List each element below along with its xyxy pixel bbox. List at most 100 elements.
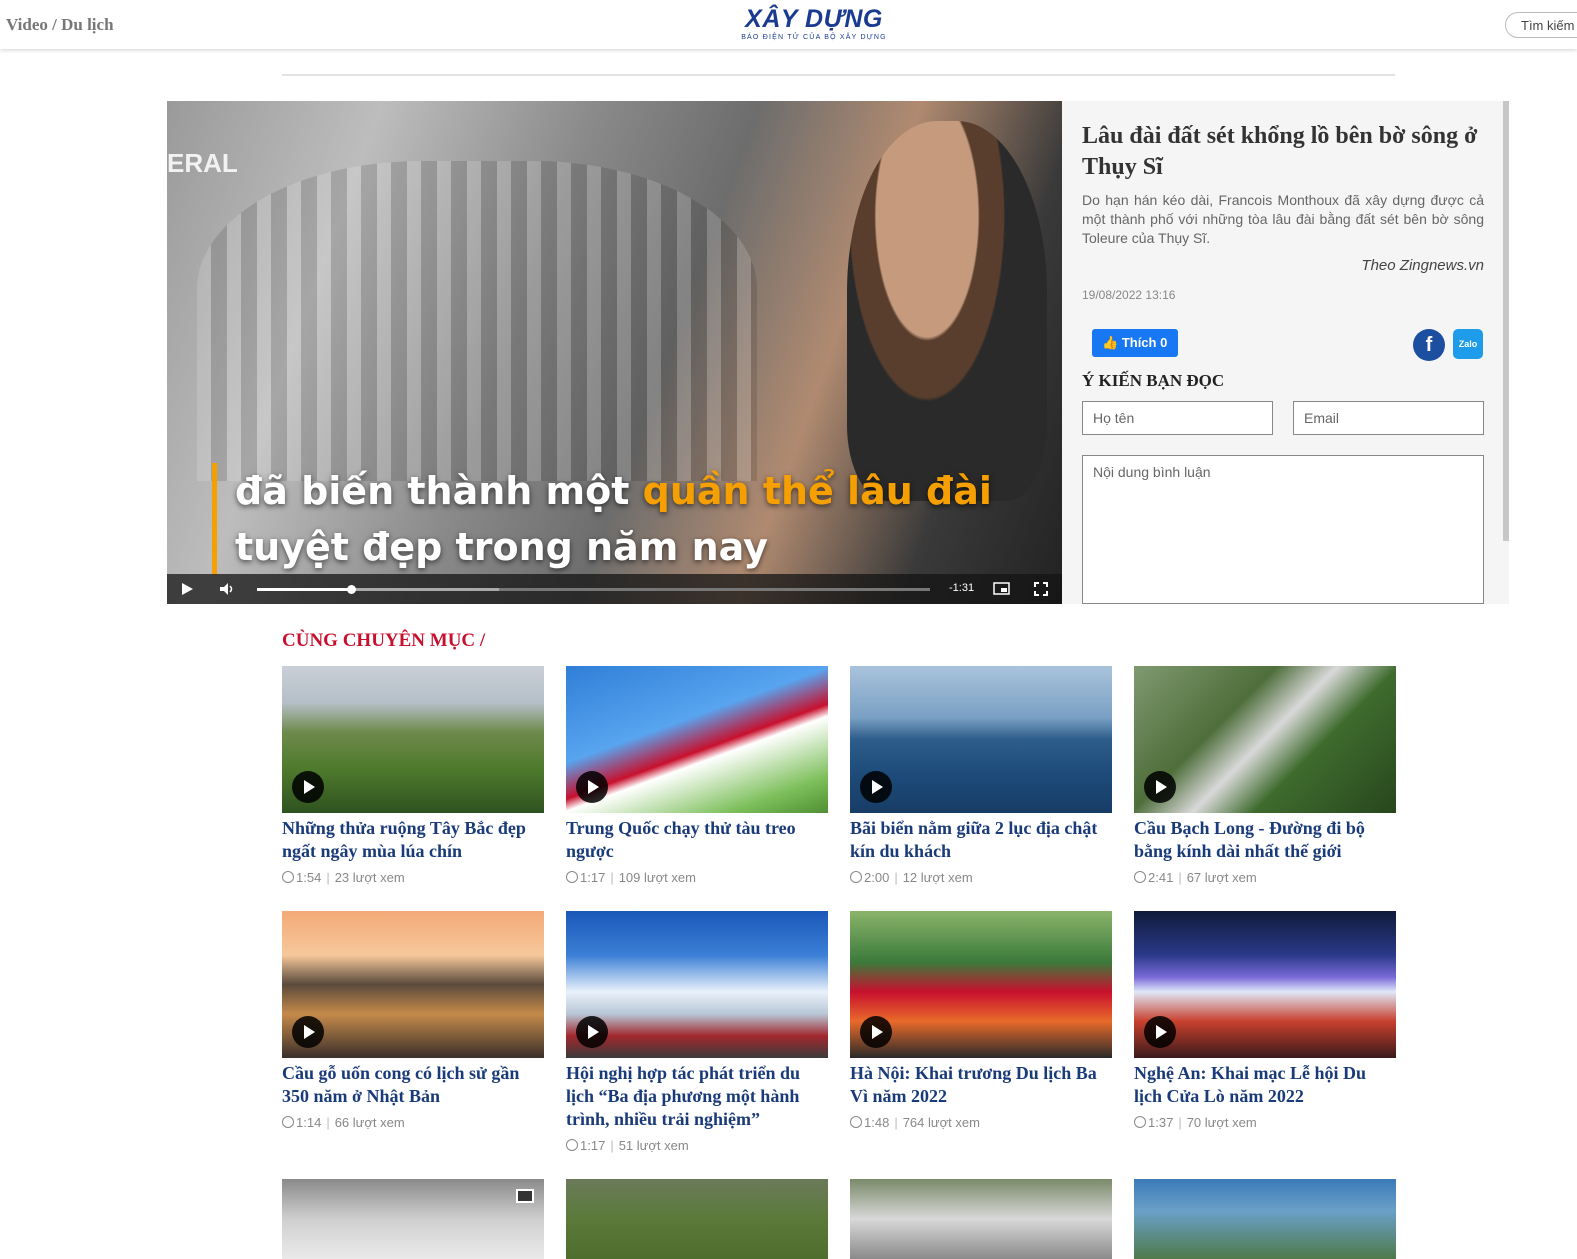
video-card-meta: 1:17 | 51 lượt xem	[566, 1138, 689, 1153]
clock-icon	[1134, 871, 1146, 883]
clock-icon	[566, 871, 578, 883]
video-duration: 1:17	[580, 870, 606, 885]
video-controls: -1:31	[167, 574, 1062, 604]
play-icon[interactable]	[1144, 771, 1176, 803]
video-progress-bar[interactable]	[257, 585, 930, 594]
subtitle-highlight: quần thể lâu đài	[642, 469, 992, 513]
clock-icon	[1134, 1116, 1146, 1128]
video-card-title[interactable]: Những thửa ruộng Tây Bắc đẹp ngất ngây m…	[282, 817, 544, 863]
clock-icon	[850, 871, 862, 883]
video-duration: 1:14	[296, 1115, 322, 1130]
video-duration: 1:48	[864, 1115, 890, 1130]
video-card-meta: 1:17 | 109 lượt xem	[566, 870, 696, 885]
video-card-title[interactable]: Cầu gỗ uốn cong có lịch sử gần 350 năm ở…	[282, 1062, 544, 1108]
play-icon[interactable]	[576, 771, 608, 803]
like-label: Thích 0	[1121, 335, 1168, 350]
video-thumbnail[interactable]	[566, 666, 828, 813]
play-icon[interactable]	[860, 1016, 892, 1048]
video-thumbnail[interactable]	[1134, 1179, 1396, 1259]
fullscreen-icon[interactable]	[1034, 582, 1048, 596]
video-card-title[interactable]: Hà Nội: Khai trương Du lịch Ba Vì năm 20…	[850, 1062, 1112, 1108]
subtitle-line-2: tuyệt đẹp trong năm nay	[235, 525, 768, 569]
video-duration: 2:00	[864, 870, 890, 885]
video-card-meta: 1:48 | 764 lượt xem	[850, 1115, 980, 1130]
picture-in-picture-icon[interactable]	[993, 582, 1010, 595]
clock-icon	[566, 1139, 578, 1151]
facebook-share-icon[interactable]: f	[1413, 329, 1445, 361]
person-image	[847, 121, 1047, 501]
related-section-title[interactable]: CÙNG CHUYÊN MỤC /	[282, 630, 485, 652]
play-icon[interactable]	[576, 1016, 608, 1048]
article-date: 19/08/2022 13:16	[1082, 288, 1176, 302]
video-thumbnail[interactable]	[282, 666, 544, 813]
progress-played	[257, 588, 352, 591]
name-input[interactable]	[1082, 401, 1273, 435]
email-input[interactable]	[1293, 401, 1484, 435]
subtitle-text-a: đã biến thành một	[235, 469, 643, 513]
view-count: 23 lượt xem	[334, 870, 405, 885]
view-count: 12 lượt xem	[902, 870, 973, 885]
article-sidebar: Lâu đài đất sét khổng lồ bên bờ sông ở T…	[1062, 101, 1509, 604]
video-card-title[interactable]: Cầu Bạch Long - Đường đi bộ bằng kính dà…	[1134, 817, 1396, 863]
video-card-title[interactable]: Hội nghị hợp tác phát triển du lịch “Ba …	[566, 1062, 828, 1131]
video-thumbnail[interactable]	[1134, 666, 1396, 813]
divider	[282, 74, 1395, 76]
video-thumbnail[interactable]	[850, 666, 1112, 813]
video-thumbnail[interactable]	[282, 1179, 544, 1259]
video-duration: 2:41	[1148, 870, 1174, 885]
view-count: 67 lượt xem	[1186, 870, 1257, 885]
site-header: Video / Du lịch XÂY DỰNG BÁO ĐIỆN TỬ CỦA…	[0, 0, 1577, 49]
play-icon[interactable]	[1144, 1016, 1176, 1048]
video-thumbnail[interactable]	[1134, 911, 1396, 1058]
video-thumbnail[interactable]	[566, 1179, 828, 1259]
play-icon[interactable]	[292, 1016, 324, 1048]
play-icon[interactable]	[860, 771, 892, 803]
site-logo[interactable]: XÂY DỰNG BÁO ĐIỆN TỬ CỦA BỘ XÂY DỰNG	[736, 6, 892, 42]
clay-castle-image	[197, 161, 757, 481]
volume-icon[interactable]	[219, 582, 235, 596]
comments-heading: Ý KIẾN BẠN ĐỌC	[1082, 371, 1225, 390]
video-thumbnail[interactable]	[282, 911, 544, 1058]
thumbs-up-icon: 👍	[1102, 335, 1119, 350]
video-card-title[interactable]: Trung Quốc chạy thử tàu treo ngược	[566, 817, 828, 863]
scrollbar[interactable]	[1503, 101, 1509, 541]
video-thumbnail[interactable]	[566, 911, 828, 1058]
play-icon[interactable]	[292, 771, 324, 803]
video-card-title[interactable]: Nghệ An: Khai mạc Lễ hội Du lịch Cửa Lò …	[1134, 1062, 1396, 1108]
view-count: 109 lượt xem	[618, 870, 696, 885]
video-card-title[interactable]: Bãi biển nằm giữa 2 lục địa chật kín du …	[850, 817, 1112, 863]
video-thumbnail[interactable]	[850, 1179, 1112, 1259]
gallery-icon	[516, 1189, 534, 1203]
video-duration: 1:37	[1148, 1115, 1174, 1130]
time-remaining: -1:31	[949, 582, 975, 594]
article-source: Theo Zingnews.vn	[1361, 257, 1484, 274]
article-description: Do hạn hán kéo dài, Francois Monthoux đã…	[1082, 192, 1484, 246]
search-button[interactable]: Tìm kiếm	[1505, 12, 1577, 38]
zalo-share-icon[interactable]: Zalo	[1453, 329, 1483, 359]
clock-icon	[282, 871, 294, 883]
video-card-meta: 2:41 | 67 lượt xem	[1134, 870, 1257, 885]
video-overlay-text: ERAL	[167, 148, 238, 178]
video-card-meta: 1:14 | 66 lượt xem	[282, 1115, 405, 1130]
progress-handle[interactable]	[347, 585, 357, 594]
video-card-meta: 2:00 | 12 lượt xem	[850, 870, 973, 885]
view-count: 764 lượt xem	[902, 1115, 980, 1130]
view-count: 70 lượt xem	[1186, 1115, 1257, 1130]
video-card-meta: 1:54 | 23 lượt xem	[282, 870, 405, 885]
logo-tagline: BÁO ĐIỆN TỬ CỦA BỘ XÂY DỰNG	[741, 34, 887, 41]
video-card-meta: 1:37 | 70 lượt xem	[1134, 1115, 1257, 1130]
video-duration: 1:54	[296, 870, 322, 885]
play-icon[interactable]	[180, 582, 194, 596]
clock-icon	[282, 1116, 294, 1128]
comment-textarea[interactable]	[1082, 455, 1484, 604]
view-count: 51 lượt xem	[618, 1138, 689, 1153]
logo-wordmark: XÂY DỰNG	[745, 5, 883, 33]
video-thumbnail[interactable]	[850, 911, 1112, 1058]
video-player[interactable]: ERAL đã biến thành một quần thể lâu đài …	[167, 101, 1062, 604]
breadcrumb[interactable]: Video / Du lịch	[6, 15, 114, 35]
article-title: Lâu đài đất sét khổng lồ bên bờ sông ở T…	[1082, 123, 1478, 180]
view-count: 66 lượt xem	[334, 1115, 405, 1130]
video-duration: 1:17	[580, 1138, 606, 1153]
facebook-like-button[interactable]: 👍 Thích 0	[1092, 329, 1178, 357]
video-subtitle: đã biến thành một quần thể lâu đài tuyệt…	[212, 463, 992, 575]
